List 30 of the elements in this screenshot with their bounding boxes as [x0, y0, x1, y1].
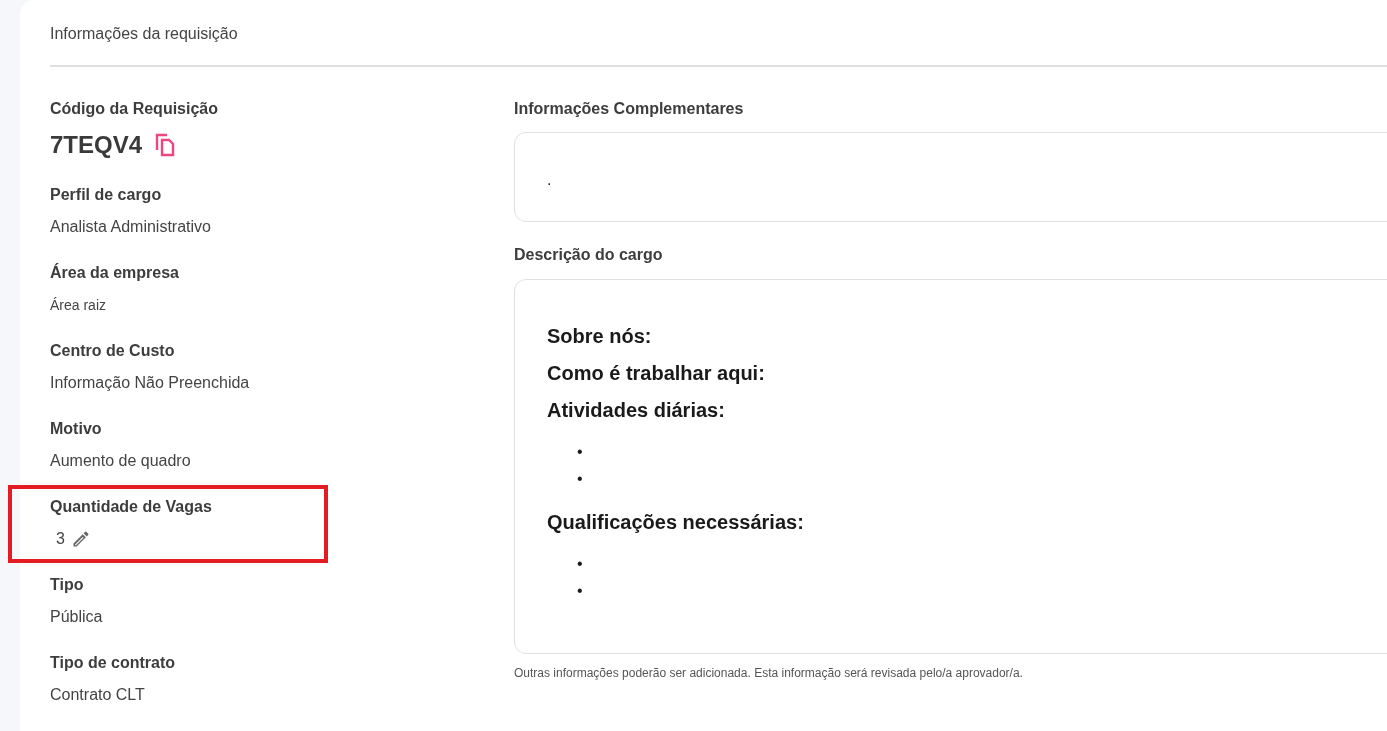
section-heading: Sobre nós:	[547, 324, 652, 349]
box-text: .	[547, 170, 552, 190]
field-label: Área da empresa	[50, 263, 179, 283]
field-label: Tipo de contrato	[50, 653, 176, 673]
field-value: Contrato CLT	[50, 685, 145, 705]
requisition-code: 7TEQV4	[50, 131, 143, 159]
section-title: Informações da requisição	[50, 24, 238, 44]
field-value: 3	[56, 529, 65, 549]
bullet-point: •	[577, 442, 583, 462]
section-heading: Como é trabalhar aqui:	[547, 361, 765, 386]
field-label: Tipo	[50, 575, 84, 595]
field-label: Perfil de cargo	[50, 185, 162, 205]
bullet-point: •	[577, 554, 583, 574]
field-label: Descrição do cargo	[514, 245, 663, 265]
section-heading: Atividades diárias:	[547, 398, 725, 423]
helper-text: Outras informações poderão ser adicionada. Esta informação será revisada pelo/a aprovador/a.	[514, 665, 1023, 681]
field-label: Informações Complementares	[514, 99, 744, 119]
field-value: Aumento de quadro	[50, 451, 191, 471]
field-value: Informação Não Preenchida	[50, 373, 250, 393]
field-label: Quantidade de Vagas	[50, 497, 212, 517]
section-heading: Qualificações necessárias:	[547, 510, 804, 535]
field-label: Código da Requisição	[50, 99, 218, 119]
field-value: Analista Administrativo	[50, 217, 211, 237]
field-label: Centro de Custo	[50, 341, 175, 361]
field-value: Área raiz	[50, 296, 107, 315]
field-value: Pública	[50, 607, 103, 627]
bullet-point: •	[577, 469, 583, 489]
copy-icon[interactable]	[154, 133, 177, 157]
bullet-point: •	[577, 581, 583, 601]
field-label: Motivo	[50, 419, 102, 439]
